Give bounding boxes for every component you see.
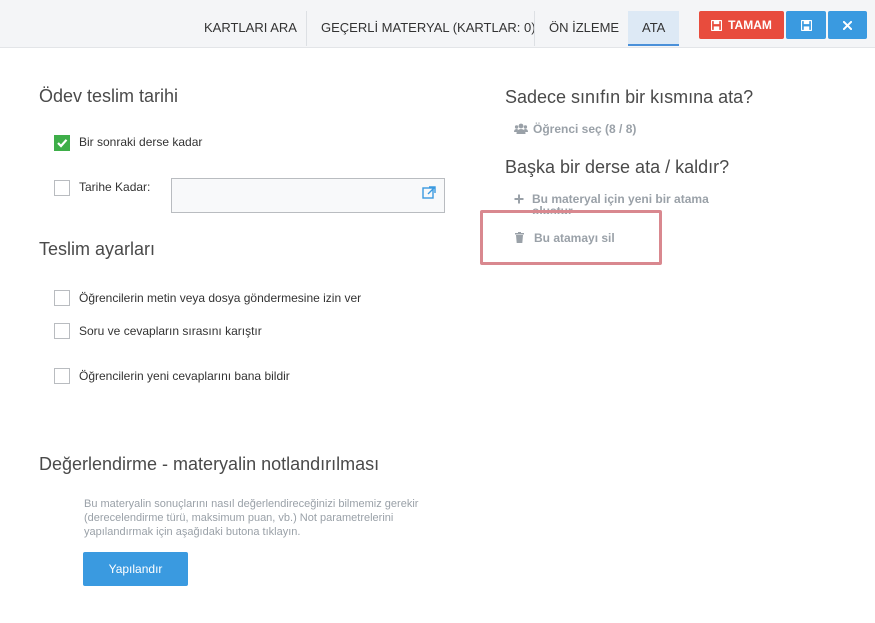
new-assignment-label: Bu materyal için yeni bir atama <box>532 192 709 206</box>
tab-assign[interactable]: ATA <box>628 11 679 46</box>
shuffle-label: Soru ve cevapların sırasını karıştır <box>79 324 262 338</box>
close-button[interactable] <box>828 11 867 39</box>
ok-button-label: TAMAM <box>728 18 772 32</box>
new-assignment-label-cont: oluştur <box>532 206 573 214</box>
ok-button[interactable]: TAMAM <box>699 11 784 39</box>
tab-preview[interactable]: ÖN İZLEME <box>534 11 633 46</box>
shuffle-checkbox[interactable] <box>54 323 70 339</box>
notify-label: Öğrencilerin yeni cevaplarını bana bildi… <box>79 369 290 383</box>
grading-title: Değerlendirme - materyalin notlandırılma… <box>39 454 380 474</box>
next-lesson-checkbox[interactable] <box>54 135 70 151</box>
delete-assignment-label: Bu atamayı sil <box>534 231 615 245</box>
until-date-label: Tarihe Kadar: <box>79 180 151 194</box>
notify-checkbox[interactable] <box>54 368 70 384</box>
check-icon <box>57 139 68 148</box>
trash-icon <box>515 232 524 243</box>
save-button[interactable] <box>786 11 826 39</box>
new-assignment-link[interactable]: Bu materyal için yeni bir atama oluştur <box>514 193 709 219</box>
select-students-link[interactable]: Öğrenci seç (8 / 8) <box>514 122 636 136</box>
until-date-checkbox[interactable] <box>54 180 70 196</box>
save-icon <box>711 19 723 31</box>
configure-button[interactable]: Yapılandır <box>83 552 188 586</box>
allow-submission-label: Öğrencilerin metin veya dosya göndermesi… <box>79 291 362 305</box>
due-date-title: Ödev teslim tarihi <box>39 86 179 106</box>
users-icon <box>514 123 528 134</box>
tab-current-material[interactable]: GEÇERLİ MATERYAL (KARTLAR: 0) <box>306 11 550 46</box>
next-lesson-label: Bir sonraki derse kadar <box>79 135 203 149</box>
delete-assignment-link[interactable]: Bu atamayı sil <box>515 231 615 245</box>
tab-search-cards[interactable]: KARTLARI ARA <box>190 11 311 46</box>
date-field[interactable] <box>171 178 445 213</box>
select-students-label: Öğrenci seç (8 / 8) <box>533 122 637 136</box>
grading-description: Bu materyalin sonuçlarını nasıl değerlen… <box>84 498 419 538</box>
allow-submission-checkbox[interactable] <box>54 290 70 306</box>
partial-class-title: Sadece sınıfın bir kısmına ata? <box>505 87 754 107</box>
submission-settings-title: Teslim ayarları <box>39 239 156 259</box>
top-bar: KARTLARI ARA GEÇERLİ MATERYAL (KARTLAR: … <box>0 0 875 48</box>
external-link-icon[interactable] <box>422 186 436 200</box>
plus-icon <box>514 194 524 204</box>
close-icon <box>843 20 852 30</box>
other-lesson-title: Başka bir derse ata / kaldır? <box>505 157 730 177</box>
save-icon <box>800 19 812 31</box>
